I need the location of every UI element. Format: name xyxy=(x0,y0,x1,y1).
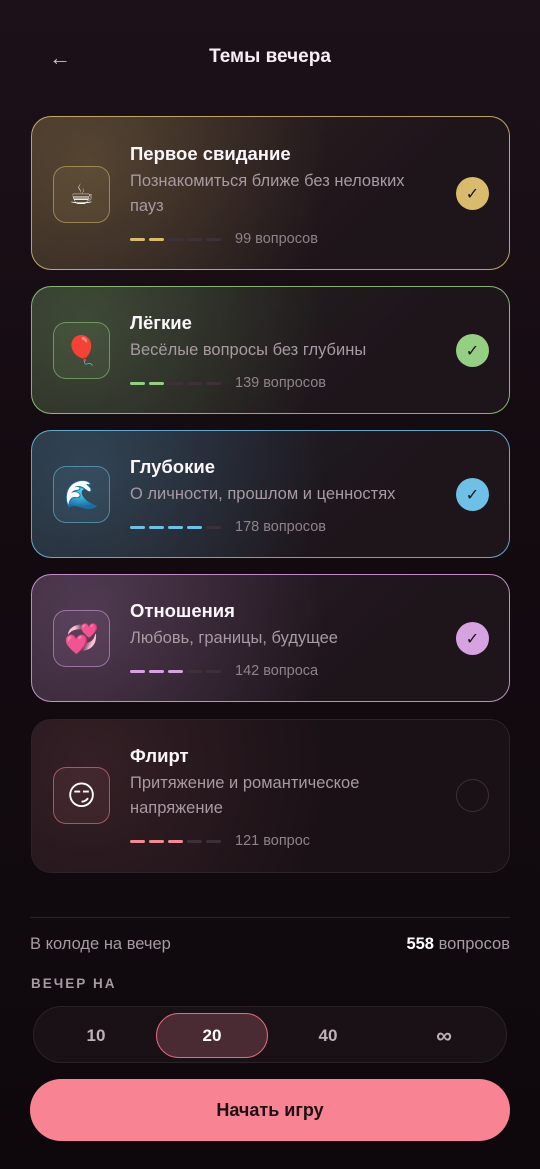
evening-option-10[interactable]: 10 xyxy=(40,1013,152,1058)
progress-dash xyxy=(206,525,221,529)
theme-title: Лёгкие xyxy=(130,312,192,333)
theme-card-flirt[interactable]: 😏 Флирт Притяжение и романтическое напря… xyxy=(31,719,510,873)
progress-dash xyxy=(149,381,164,385)
progress-dash xyxy=(168,237,183,241)
progress-dash xyxy=(187,237,202,241)
theme-card-deep[interactable]: 🌊 Глубокие О личности, прошлом и ценност… xyxy=(31,430,510,558)
progress-dash xyxy=(206,839,221,843)
progress-dash xyxy=(168,669,183,673)
theme-progress: 139 вопросов xyxy=(130,375,326,391)
progress-dash xyxy=(187,525,202,529)
wave-icon: 🌊 xyxy=(53,466,110,523)
theme-progress: 121 вопрос xyxy=(130,833,310,849)
progress-dash xyxy=(206,381,221,385)
progress-dash xyxy=(149,839,164,843)
evening-option-40[interactable]: 40 xyxy=(272,1013,384,1058)
theme-title: Флирт xyxy=(130,745,189,766)
theme-title: Отношения xyxy=(130,600,235,621)
check-icon[interactable]: ✓ xyxy=(456,622,489,655)
check-icon[interactable]: ✓ xyxy=(456,334,489,367)
progress-dash xyxy=(149,237,164,241)
divider xyxy=(30,917,510,918)
theme-card-light[interactable]: 🎈 Лёгкие Весёлые вопросы без глубины 139… xyxy=(31,286,510,414)
theme-progress: 142 вопроса xyxy=(130,663,318,679)
theme-card-first-date[interactable]: ☕ Первое свидание Познакомиться ближе бе… xyxy=(31,116,510,270)
theme-question-count: 178 вопросов xyxy=(235,519,326,535)
balloon-icon: 🎈 xyxy=(53,322,110,379)
progress-dash xyxy=(187,381,202,385)
theme-question-count: 121 вопрос xyxy=(235,833,311,849)
theme-title: Глубокие xyxy=(130,456,216,477)
unchecked-circle-icon[interactable] xyxy=(456,779,489,812)
theme-title: Первое свидание xyxy=(130,143,291,164)
theme-subtitle: Познакомиться ближе без неловких пауз xyxy=(130,172,405,215)
evening-length-selector: 10 20 40 ∞ xyxy=(33,1006,507,1063)
theme-question-count: 139 вопросов xyxy=(235,375,326,391)
theme-subtitle: Притяжение и романтическое напряжение xyxy=(130,774,360,817)
progress-dash xyxy=(130,839,145,843)
progress-dashes xyxy=(130,669,225,673)
check-icon[interactable]: ✓ xyxy=(456,478,489,511)
progress-dash xyxy=(187,669,202,673)
deck-count: 558 xyxy=(406,935,434,953)
page-title: Темы вечера xyxy=(209,46,331,67)
coffee-icon: ☕ xyxy=(53,166,110,223)
progress-dashes xyxy=(130,525,225,529)
progress-dash xyxy=(130,669,145,673)
header: ← Темы вечера xyxy=(0,0,540,116)
theme-question-count: 142 вопроса xyxy=(235,663,319,679)
progress-dashes xyxy=(130,839,225,843)
deck-unit: вопросов xyxy=(438,935,510,953)
theme-progress: 178 вопросов xyxy=(130,519,326,535)
progress-dash xyxy=(206,237,221,241)
hearts-icon: 💞 xyxy=(53,610,110,667)
progress-dash xyxy=(130,525,145,529)
progress-dashes xyxy=(130,381,225,385)
theme-subtitle: О личности, прошлом и ценностях xyxy=(130,485,396,503)
deck-label: В колоде на вечер xyxy=(30,935,171,953)
theme-subtitle: Любовь, границы, будущее xyxy=(130,629,338,647)
evening-option-infinity[interactable]: ∞ xyxy=(388,1013,500,1058)
progress-dash xyxy=(149,669,164,673)
progress-dash xyxy=(149,525,164,529)
evening-label: ВЕЧЕР НА xyxy=(31,976,117,991)
check-icon[interactable]: ✓ xyxy=(456,177,489,210)
progress-dash xyxy=(130,237,145,241)
evening-option-20[interactable]: 20 xyxy=(156,1013,268,1058)
theme-subtitle: Весёлые вопросы без глубины xyxy=(130,341,367,359)
progress-dash xyxy=(206,669,221,673)
deck-total: 558 вопросов xyxy=(406,935,510,954)
progress-dashes xyxy=(130,237,225,241)
theme-question-count: 99 вопросов xyxy=(235,231,318,247)
theme-progress: 99 вопросов xyxy=(130,231,318,247)
progress-dash xyxy=(130,381,145,385)
theme-card-relationships[interactable]: 💞 Отношения Любовь, границы, будущее 142… xyxy=(31,574,510,702)
progress-dash xyxy=(168,525,183,529)
progress-dash xyxy=(187,839,202,843)
progress-dash xyxy=(168,839,183,843)
start-game-button[interactable]: Начать игру xyxy=(30,1079,510,1141)
progress-dash xyxy=(168,381,183,385)
smirk-face-icon: 😏 xyxy=(53,767,110,824)
